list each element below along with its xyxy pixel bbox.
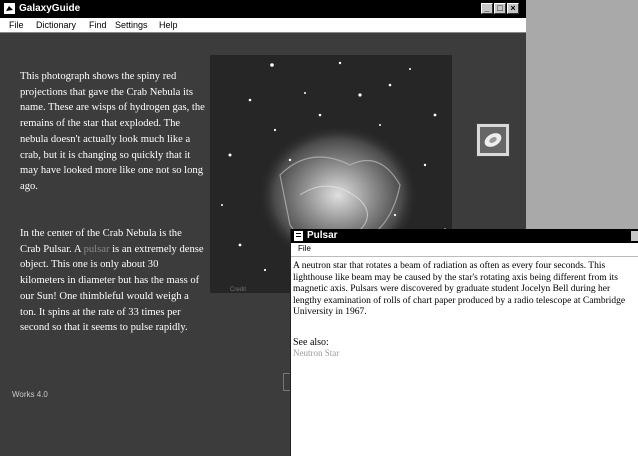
window-title: GalaxyGuide xyxy=(19,3,81,14)
see-also-label: See also: xyxy=(293,337,329,348)
definition-popup: Pulsar File A neutron star that rotates … xyxy=(290,229,638,456)
popup-close-button[interactable] xyxy=(631,231,638,241)
popup-menu-file[interactable]: File xyxy=(298,244,311,253)
article-paragraph-2: In the center of the Crab Nebula is the … xyxy=(20,226,205,336)
footer-label: Works 4.0 xyxy=(12,390,48,399)
maximize-button[interactable]: □ xyxy=(494,3,506,14)
title-bar[interactable]: GalaxyGuide _ □ × xyxy=(0,0,526,18)
menu-settings[interactable]: Settings xyxy=(115,19,148,31)
crab-nebula-thumbnail-icon xyxy=(480,127,506,153)
neutron-star-link[interactable]: Neutron Star xyxy=(293,348,339,358)
menu-help[interactable]: Help xyxy=(159,19,178,31)
article-text: is an extremely dense object. This one i… xyxy=(20,243,204,334)
close-button[interactable]: × xyxy=(507,3,519,14)
nebula-thumbnail-button[interactable] xyxy=(476,123,510,157)
pulsar-link[interactable]: pulsar xyxy=(84,244,110,255)
article-paragraph-1: This photograph shows the spiny red proj… xyxy=(20,71,205,192)
popup-title: Pulsar xyxy=(307,230,338,241)
menu-bar: File Dictionary Find Settings Help xyxy=(0,18,526,33)
minimize-button[interactable]: _ xyxy=(481,3,493,14)
menu-find[interactable]: Find xyxy=(89,19,107,31)
pulsar-definition: A neutron star that rotates a beam of ra… xyxy=(293,261,626,317)
popup-title-bar[interactable]: Pulsar xyxy=(291,229,638,243)
menu-file[interactable]: File xyxy=(9,19,24,31)
document-icon xyxy=(294,231,303,241)
menu-dictionary[interactable]: Dictionary xyxy=(36,19,76,31)
photo-caption: Credit xyxy=(230,287,247,293)
popup-menu-bar: File xyxy=(291,243,638,257)
app-icon xyxy=(4,3,15,14)
